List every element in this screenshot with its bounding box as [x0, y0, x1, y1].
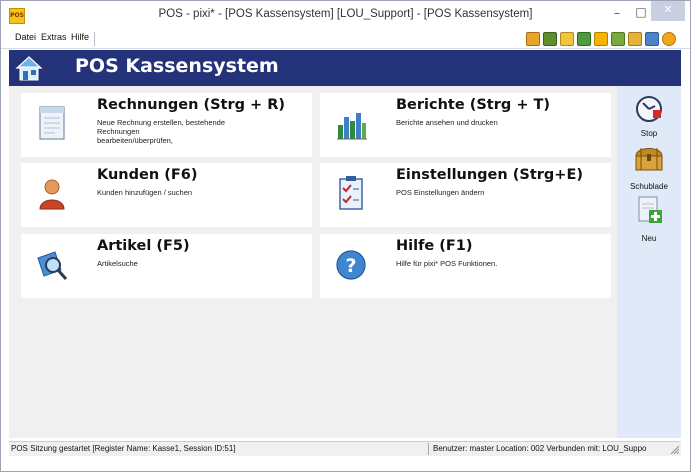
chart-icon[interactable]: [611, 32, 625, 46]
status-connection: Benutzer: master Location: 002 Verbunden…: [433, 444, 647, 453]
report-icon[interactable]: [526, 32, 540, 46]
euro-icon[interactable]: [577, 32, 591, 46]
neu-button[interactable]: Neu: [617, 196, 681, 246]
tile-hilfe[interactable]: ? Hilfe (F1) Hilfe für pixi* POS Funktio…: [320, 234, 611, 298]
tile-description: POS Einstellungen ändern: [396, 188, 485, 197]
image-icon[interactable]: [628, 32, 642, 46]
right-sidebar: Stop Schublade Neu: [617, 86, 681, 438]
inventory-icon[interactable]: [543, 32, 557, 46]
tile-title: Einstellungen (Strg+E): [396, 167, 583, 183]
resize-grip-icon[interactable]: [669, 444, 679, 454]
new-document-icon: [638, 196, 662, 223]
status-bar: POS Sitzung gestartet [Register Name: Ka…: [9, 441, 681, 456]
close-button[interactable]: ✕: [651, 1, 685, 21]
tile-title: Hilfe (F1): [396, 238, 473, 254]
magnifier-icon: [37, 251, 68, 280]
stop-label: Stop: [640, 129, 658, 138]
tile-title: Artikel (F5): [97, 238, 190, 254]
menu-extras[interactable]: Extras: [41, 32, 67, 42]
app-header: POS Kassensystem: [9, 50, 681, 86]
tile-rechnungen[interactable]: Rechnungen (Strg + R) Neue Rechnung erst…: [21, 93, 312, 157]
checklist-icon: [339, 176, 363, 210]
tile-title: Kunden (F6): [97, 167, 198, 183]
menu-hilfe[interactable]: Hilfe: [71, 32, 89, 42]
refresh-icon[interactable]: [645, 32, 659, 46]
tile-description: Neue Rechnung erstellen, bestehende Rech…: [97, 118, 226, 145]
person-icon: [39, 179, 65, 210]
schublade-label: Schublade: [630, 182, 668, 191]
tile-description: Kunden hinzufügen / suchen: [97, 188, 193, 197]
list-icon[interactable]: [560, 32, 574, 46]
question-icon: ?: [336, 250, 366, 280]
window-title: POS - pixi* - [POS Kassensystem] [LOU_Su…: [158, 8, 533, 20]
tile-berichte[interactable]: Berichte (Strg + T) Berichte ansehen und…: [320, 93, 611, 157]
schublade-button[interactable]: Schublade: [617, 144, 681, 194]
tile-description: Artikelsuche: [97, 259, 138, 268]
tile-kunden[interactable]: Kunden (F6) Kunden hinzufügen / suchen: [21, 163, 312, 227]
tile-artikel[interactable]: Artikel (F5) Artikelsuche: [21, 234, 312, 298]
minimize-button[interactable]: –: [604, 4, 630, 22]
menu-datei[interactable]: Datei: [15, 32, 36, 42]
help-icon[interactable]: [662, 32, 676, 46]
page-title: POS Kassensystem: [75, 55, 279, 77]
menu-separator: [94, 32, 95, 46]
status-divider: [428, 443, 429, 455]
content-area: Rechnungen (Strg + R) Neue Rechnung erst…: [9, 86, 617, 438]
status-session: POS Sitzung gestartet [Register Name: Ka…: [11, 444, 236, 453]
menu-bar: Datei Extras Hilfe: [1, 29, 690, 49]
tile-title: Rechnungen (Strg + R): [97, 97, 286, 113]
calculator-icon[interactable]: [594, 32, 608, 46]
tile-einstellungen[interactable]: Einstellungen (Strg+E) POS Einstellungen…: [320, 163, 611, 227]
bar-chart-icon: [337, 113, 367, 140]
stopwatch-icon: [636, 96, 662, 122]
svg-text:?: ?: [345, 255, 356, 277]
stop-button[interactable]: Stop: [617, 94, 681, 142]
document-icon: [39, 106, 65, 140]
tile-title: Berichte (Strg + T): [396, 97, 551, 113]
application-window: POS POS - pixi* - [POS Kassensystem] [LO…: [0, 0, 691, 472]
neu-label: Neu: [641, 234, 657, 243]
tile-description: Hilfe für pixi* POS Funktionen.: [396, 259, 498, 268]
treasure-chest-icon: [635, 148, 663, 171]
house-icon: [15, 56, 43, 81]
tile-description: Berichte ansehen und drucken: [396, 118, 498, 127]
title-bar[interactable]: POS POS - pixi* - [POS Kassensystem] [LO…: [1, 1, 690, 29]
